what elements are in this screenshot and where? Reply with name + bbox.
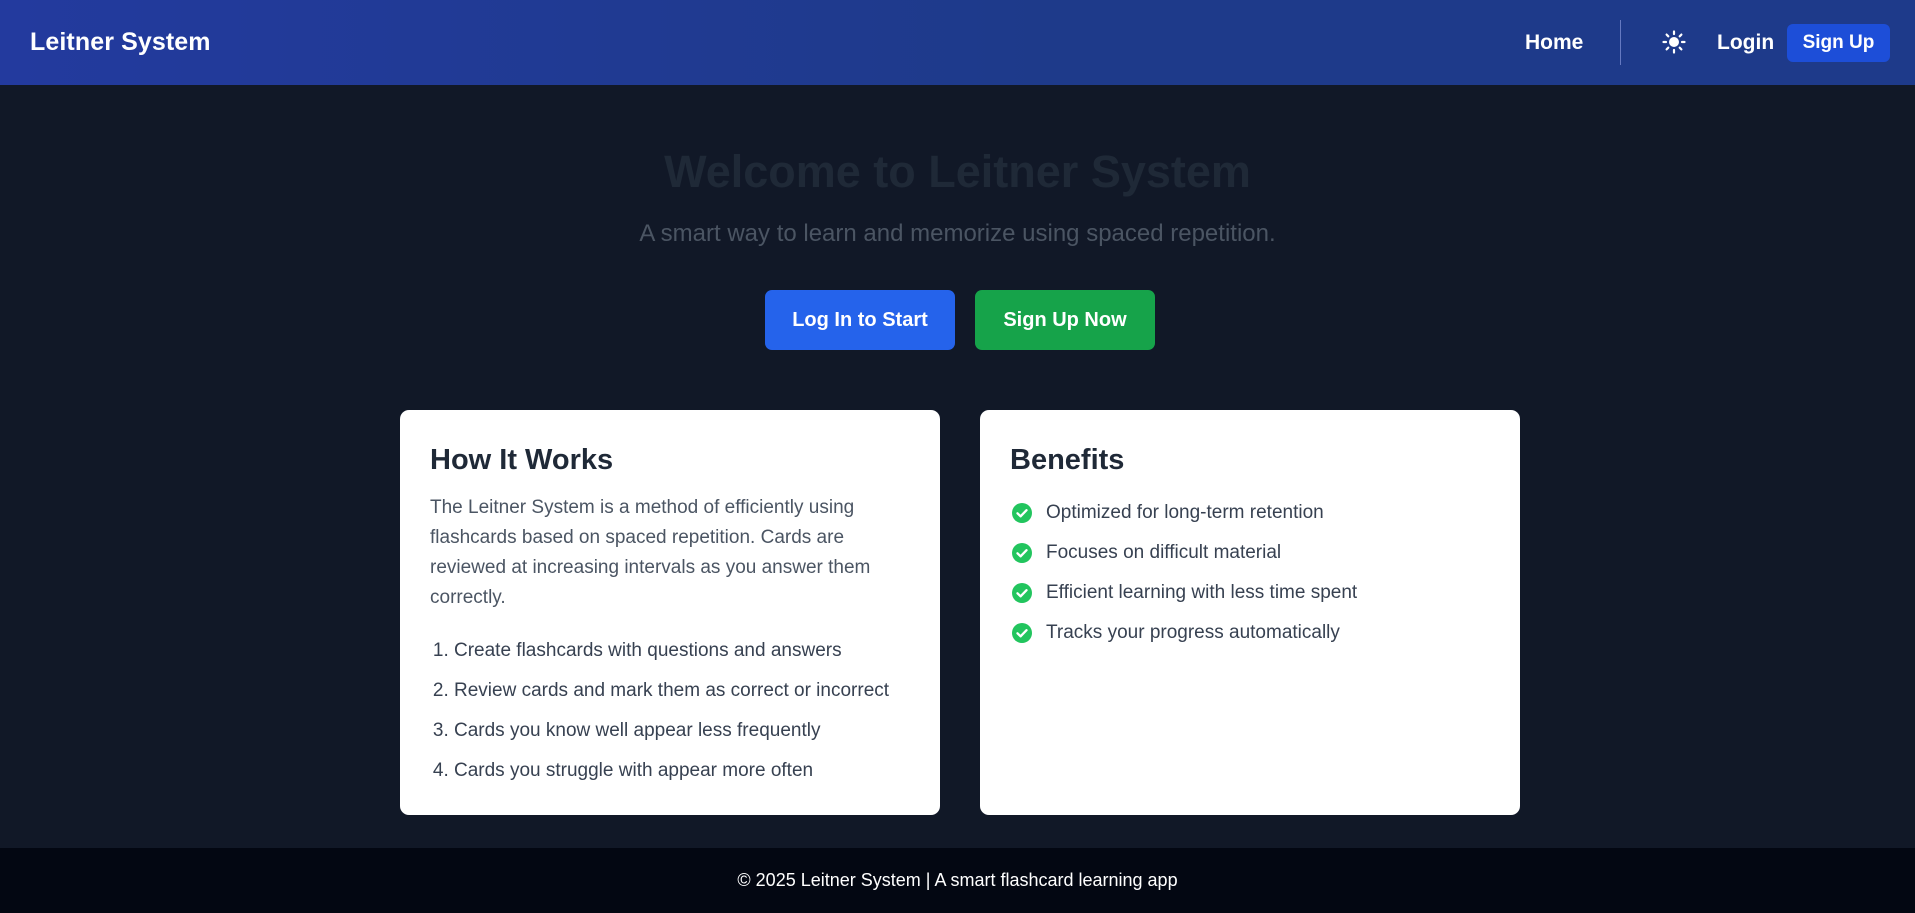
steps-list: Create flashcards with questions and ans…: [430, 631, 910, 791]
page-footer: © 2025 Leitner System | A smart flashcar…: [0, 848, 1915, 913]
benefit-item: Tracks your progress automatically: [1010, 613, 1490, 653]
benefit-item: Efficient learning with less time spent: [1010, 573, 1490, 613]
benefits-list: Optimized for long-term retention Focuse…: [1010, 493, 1490, 653]
hero-title: Welcome to Leitner System: [664, 146, 1251, 197]
step-item: Cards you know well appear less frequent…: [454, 711, 910, 751]
check-circle-icon: [1012, 623, 1032, 643]
benefits-card: Benefits Optimized for long-term retenti…: [980, 410, 1520, 815]
benefit-label: Tracks your progress automatically: [1046, 622, 1340, 643]
how-it-works-description: The Leitner System is a method of effici…: [430, 497, 871, 608]
benefit-item: Optimized for long-term retention: [1010, 493, 1490, 533]
check-circle-icon: [1012, 503, 1032, 523]
benefit-item: Focuses on difficult material: [1010, 533, 1490, 573]
step-item: Review cards and mark them as correct or…: [454, 671, 910, 711]
nav-signup-button[interactable]: Sign Up: [1787, 24, 1890, 62]
brand-logo-text[interactable]: Leitner System: [30, 28, 211, 57]
sign-up-now-button[interactable]: Sign Up Now: [975, 290, 1155, 350]
how-it-works-title: How It Works: [430, 444, 614, 476]
top-navbar: Leitner System Home Login Sign Up: [0, 0, 1915, 85]
nav-login-link[interactable]: Login: [1717, 31, 1774, 55]
check-circle-icon: [1012, 583, 1032, 603]
footer-text: © 2025 Leitner System | A smart flashcar…: [737, 870, 1178, 890]
benefits-title: Benefits: [1010, 444, 1125, 476]
login-to-start-button[interactable]: Log In to Start: [765, 290, 955, 350]
benefit-label: Focuses on difficult material: [1046, 542, 1282, 563]
hero-subtitle: A smart way to learn and memorize using …: [639, 220, 1276, 247]
step-item: Cards you struggle with appear more ofte…: [454, 751, 910, 791]
nav-home-link[interactable]: Home: [1525, 31, 1583, 55]
check-circle-icon: [1012, 543, 1032, 563]
sun-icon[interactable]: [1661, 29, 1687, 55]
how-it-works-card: How It Works The Leitner System is a met…: [400, 410, 940, 815]
benefit-label: Efficient learning with less time spent: [1046, 582, 1358, 603]
benefit-label: Optimized for long-term retention: [1046, 502, 1324, 523]
step-item: Create flashcards with questions and ans…: [454, 631, 910, 671]
nav-divider: [1620, 20, 1621, 65]
